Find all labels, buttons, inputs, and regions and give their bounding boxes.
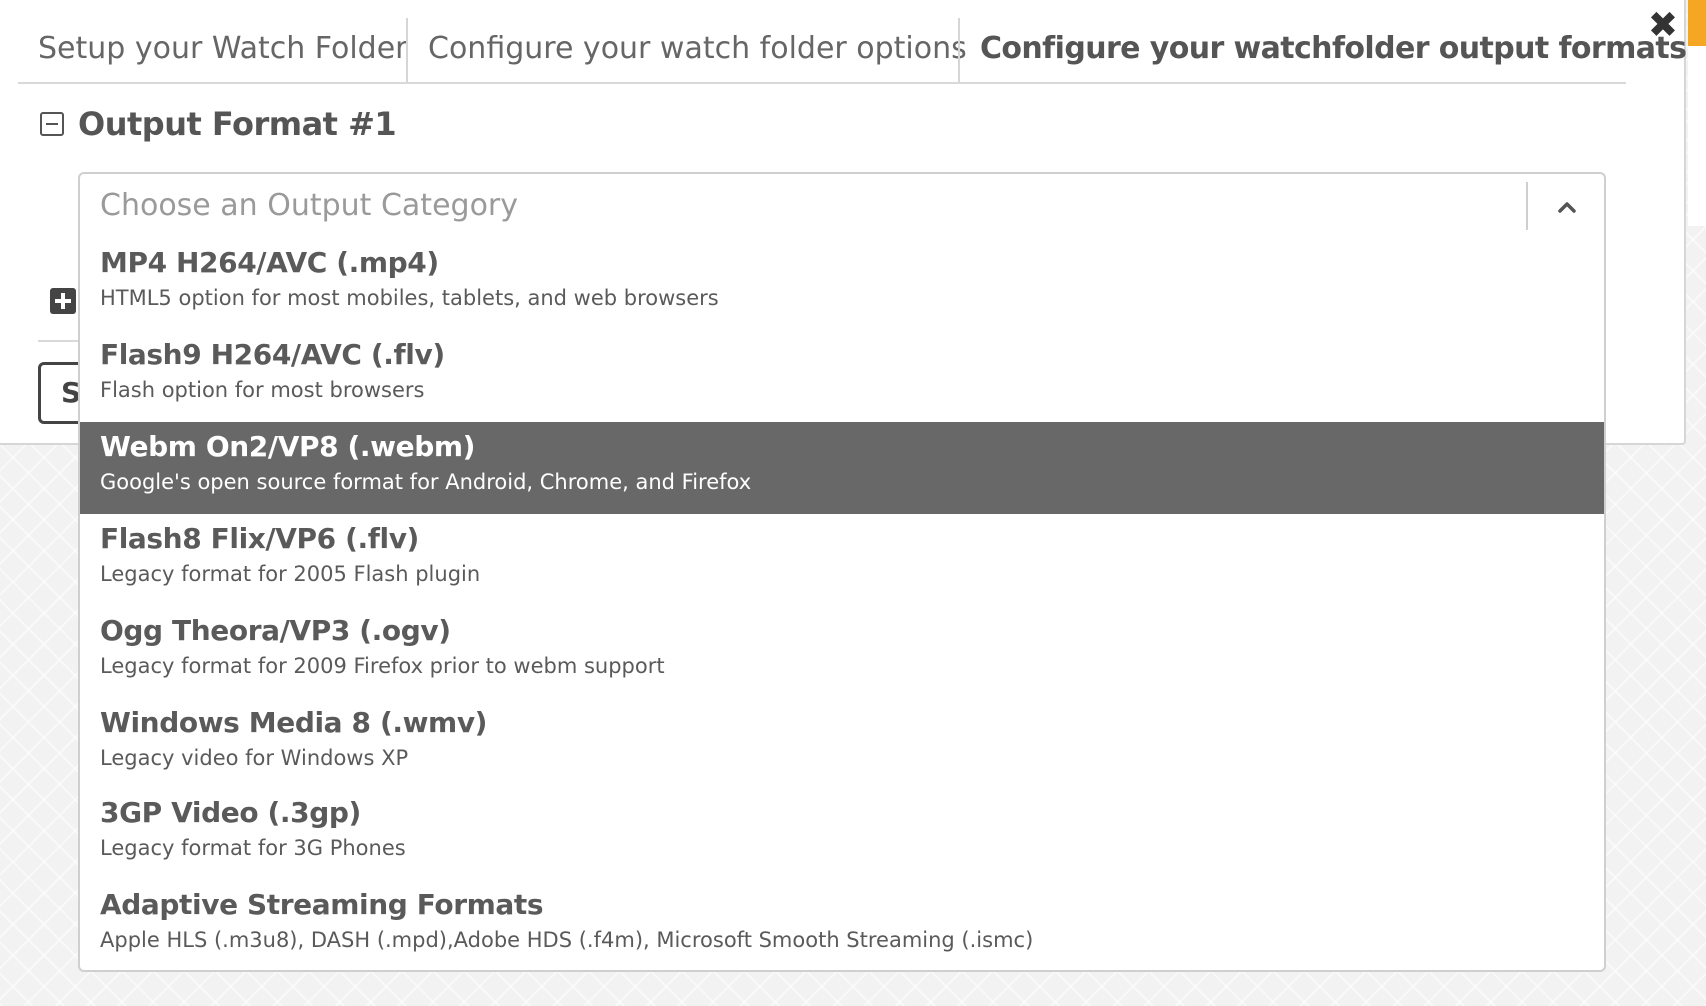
option-flash8[interactable]: Flash8 Flix/VP6 (.flv) Legacy format for… <box>80 514 1604 606</box>
option-description: Google's open source format for Android,… <box>100 470 752 494</box>
option-name: Adaptive Streaming Formats <box>100 888 544 921</box>
select-placeholder: Choose an Output Category <box>100 188 519 223</box>
tab-bar: Setup your Watch Folder Configure your w… <box>18 16 1687 84</box>
collapse-minus-icon[interactable] <box>40 112 64 136</box>
tab-watch-folder-options[interactable]: Configure your watch folder options <box>428 16 967 82</box>
option-webm[interactable]: Webm On2/VP8 (.webm) Google's open sourc… <box>80 422 1604 514</box>
output-format-title: Output Format #1 <box>78 105 397 143</box>
close-icon[interactable]: ✖ <box>1643 6 1683 46</box>
option-ogg[interactable]: Ogg Theora/VP3 (.ogv) Legacy format for … <box>80 606 1604 698</box>
option-name: 3GP Video (.3gp) <box>100 796 361 829</box>
option-description: Apple HLS (.m3u8), DASH (.mpd),Adobe HDS… <box>100 928 1034 952</box>
option-3gp[interactable]: 3GP Video (.3gp) Legacy format for 3G Ph… <box>80 788 1604 880</box>
option-description: Legacy format for 3G Phones <box>100 836 406 860</box>
output-format-header[interactable]: Output Format #1 <box>40 100 397 148</box>
option-name: Webm On2/VP8 (.webm) <box>100 430 476 463</box>
option-adaptive-streaming[interactable]: Adaptive Streaming Formats Apple HLS (.m… <box>80 880 1604 970</box>
output-category-dropdown: MP4 H264/AVC (.mp4) HTML5 option for mos… <box>78 238 1606 972</box>
select-divider <box>1526 182 1528 230</box>
background-panel-edge <box>1688 46 1706 226</box>
output-category-select[interactable]: Choose an Output Category <box>78 172 1606 240</box>
option-flash9[interactable]: Flash9 H264/AVC (.flv) Flash option for … <box>80 330 1604 422</box>
tab-setup-watch-folder[interactable]: Setup your Watch Folder <box>38 16 408 82</box>
option-wmv[interactable]: Windows Media 8 (.wmv) Legacy video for … <box>80 698 1604 790</box>
option-name: Windows Media 8 (.wmv) <box>100 706 488 739</box>
option-mp4[interactable]: MP4 H264/AVC (.mp4) HTML5 option for mos… <box>80 238 1604 330</box>
chevron-up-icon[interactable] <box>1552 192 1582 222</box>
add-plus-icon[interactable] <box>50 288 76 314</box>
option-name: Ogg Theora/VP3 (.ogv) <box>100 614 451 647</box>
tab-divider <box>958 18 960 82</box>
option-name: Flash8 Flix/VP6 (.flv) <box>100 522 419 555</box>
option-description: Flash option for most browsers <box>100 378 425 402</box>
tab-divider <box>406 18 408 82</box>
accent-corner <box>1688 0 1706 46</box>
option-description: HTML5 option for most mobiles, tablets, … <box>100 286 719 310</box>
option-description: Legacy format for 2009 Firefox prior to … <box>100 654 665 678</box>
option-description: Legacy format for 2005 Flash plugin <box>100 562 481 586</box>
tab-output-formats[interactable]: Configure your watchfolder output format… <box>980 16 1687 82</box>
option-description: Legacy video for Windows XP <box>100 746 409 770</box>
option-name: Flash9 H264/AVC (.flv) <box>100 338 445 371</box>
option-name: MP4 H264/AVC (.mp4) <box>100 246 439 279</box>
